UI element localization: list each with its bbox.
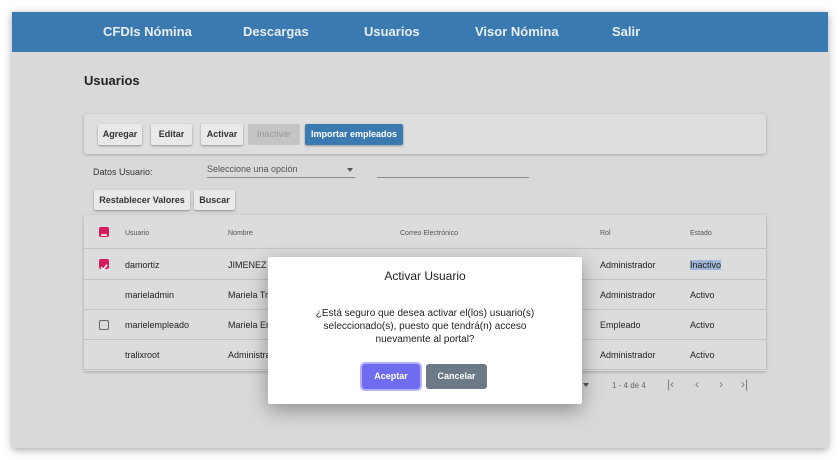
cancel-button[interactable]: Cancelar (426, 364, 487, 389)
dialog-title: Activar Usuario (384, 269, 466, 283)
dialog-message-line: seleccionado(s), puesto que tendrá(n) ac… (323, 321, 527, 332)
dialog-message: ¿Está seguro que desea activar el(los) u… (288, 307, 562, 346)
activate-user-dialog: Activar Usuario ¿Está seguro que desea a… (268, 257, 582, 404)
dialog-message-line: ¿Está seguro que desea activar el(los) u… (315, 308, 535, 319)
app-window: CFDIs Nómina Descargas Usuarios Visor Nó… (12, 12, 828, 448)
dialog-message-line: nuevamente al portal? (375, 334, 475, 345)
accept-button[interactable]: Aceptar (362, 364, 420, 389)
